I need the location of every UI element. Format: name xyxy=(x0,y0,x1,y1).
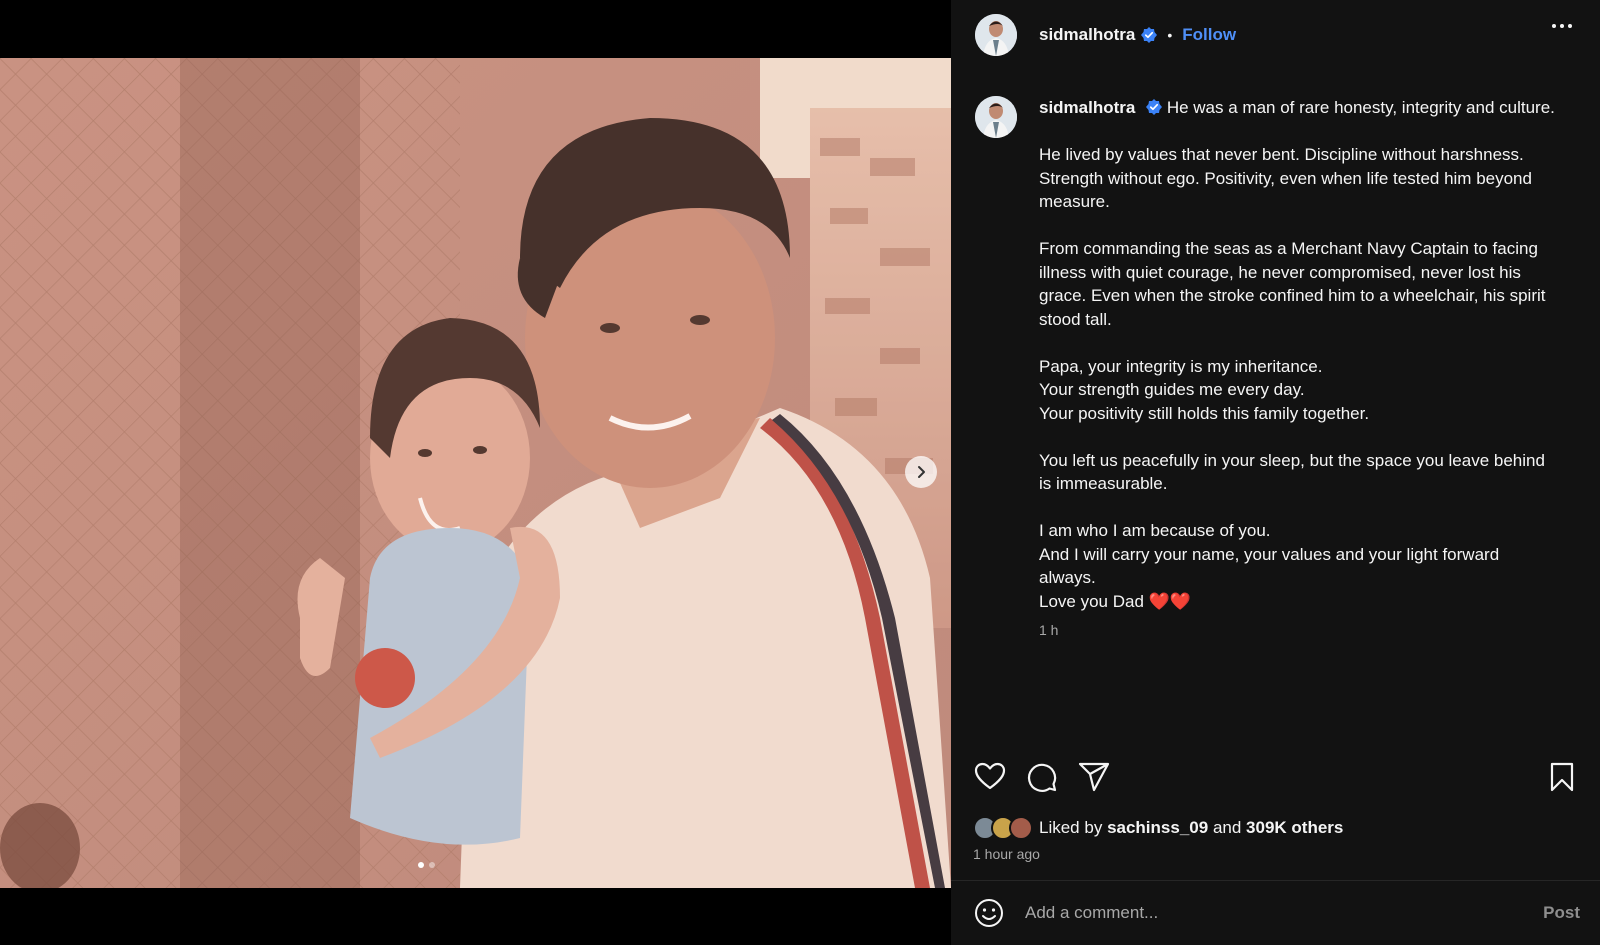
post-timestamp: 1 hour ago xyxy=(973,846,1040,862)
caption-paragraph: He lived by values that never bent. Disc… xyxy=(1039,145,1532,211)
avatar xyxy=(1009,816,1033,840)
carousel-indicator xyxy=(418,862,435,868)
action-bar xyxy=(973,760,1583,796)
caption-line: Your strength guides me every day. xyxy=(1039,380,1305,399)
carousel-dot xyxy=(418,862,424,868)
caption-line: Papa, your integrity is my inheritance. xyxy=(1039,356,1323,376)
next-slide-button[interactable] xyxy=(905,456,937,488)
liker-username[interactable]: sachinss_09 xyxy=(1107,818,1208,838)
comment-icon[interactable] xyxy=(1025,760,1059,794)
verified-badge-icon xyxy=(1146,99,1163,115)
post-photo[interactable] xyxy=(0,58,951,888)
post-sidebar: sidmalhotra • Follow sidmalhotra He was … xyxy=(951,0,1600,945)
media-pane xyxy=(0,0,951,945)
more-options-icon[interactable] xyxy=(1552,24,1572,28)
heart-icon[interactable] xyxy=(973,760,1007,794)
caption-paragraph: You left us peacefully in your sleep, bu… xyxy=(1039,450,1545,494)
vintage-photo-illustration xyxy=(0,58,951,888)
comment-input[interactable] xyxy=(1025,903,1505,923)
separator: • xyxy=(1167,27,1173,43)
caption-paragraph: From commanding the seas as a Merchant N… xyxy=(1039,239,1546,329)
caption-line: I am who I am because of you. xyxy=(1039,521,1271,540)
caption-line: Your positivity still holds this family … xyxy=(1039,403,1370,423)
caption-first-line: He was a man of rare honesty, integrity … xyxy=(1166,98,1555,117)
caption-line: Love you Dad ❤️❤️ xyxy=(1039,591,1191,611)
caption-username[interactable]: sidmalhotra xyxy=(1039,98,1135,117)
avatar[interactable] xyxy=(975,96,1017,138)
post-header: sidmalhotra • Follow xyxy=(951,0,1600,70)
caption-text: sidmalhotra He was a man of rare honesty… xyxy=(1039,96,1559,643)
chevron-right-icon xyxy=(918,466,925,478)
caption-line: And I will carry your name, your values … xyxy=(1039,544,1500,588)
comment-bar: Post xyxy=(951,881,1600,945)
caption-timestamp: 1 h xyxy=(1039,622,1059,638)
username[interactable]: sidmalhotra xyxy=(1039,25,1135,45)
emoji-icon[interactable] xyxy=(973,897,1005,929)
share-icon[interactable] xyxy=(1077,760,1111,794)
likes-conjunction: and xyxy=(1212,818,1242,837)
carousel-dot xyxy=(429,862,435,868)
bookmark-icon[interactable] xyxy=(1545,760,1579,794)
liker-avatars xyxy=(973,816,1033,840)
avatar[interactable] xyxy=(975,14,1017,56)
likes-count[interactable]: 309K others xyxy=(1246,818,1343,838)
profile-photo xyxy=(975,14,1017,56)
verified-badge-icon xyxy=(1141,27,1158,43)
follow-button[interactable]: Follow xyxy=(1182,25,1236,45)
post-comment-button[interactable]: Post xyxy=(1543,903,1580,923)
profile-photo xyxy=(975,96,1017,138)
likes-prefix: Liked by xyxy=(1039,818,1103,837)
caption: sidmalhotra He was a man of rare honesty… xyxy=(975,96,1575,643)
likes-summary: Liked by sachinss_09 and 309K others xyxy=(973,816,1343,840)
caption-first-paragraph: sidmalhotra He was a man of rare honesty… xyxy=(1039,96,1559,120)
